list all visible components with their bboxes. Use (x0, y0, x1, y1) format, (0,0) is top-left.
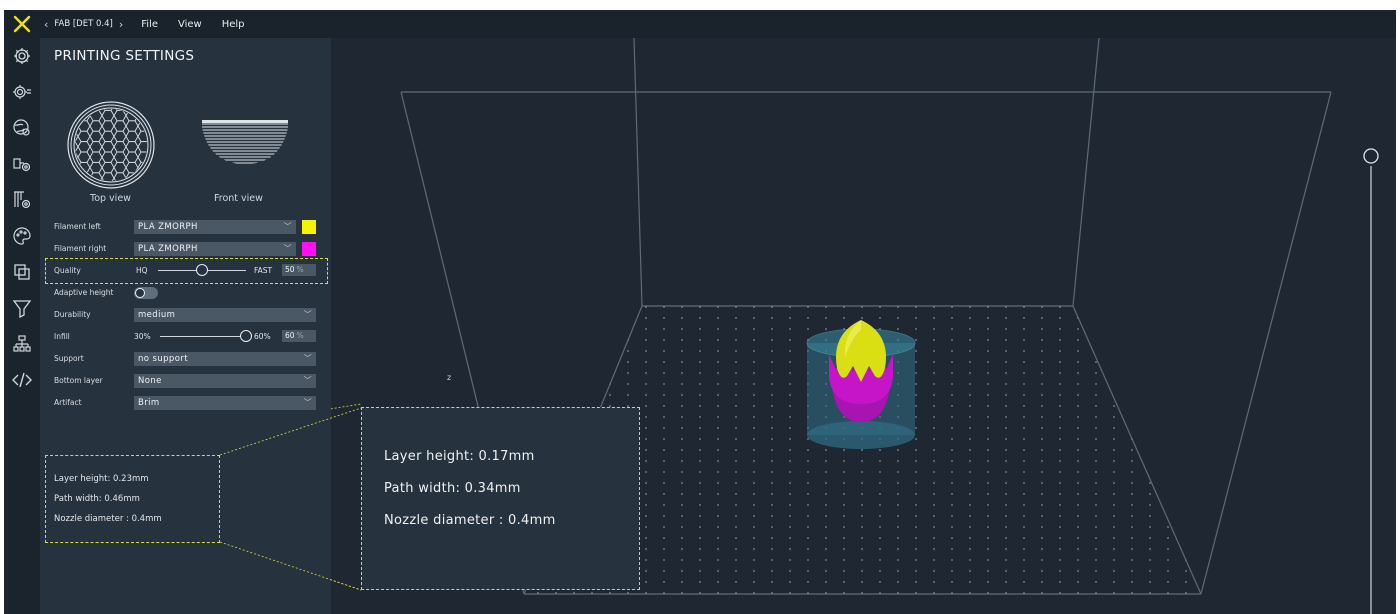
callout-connectors (219, 407, 362, 591)
zoom-nozzle-diameter: Nozzle diameter : 0.4mm (384, 513, 556, 528)
app-window: ‹ FAB [DET 0.4] › File View Help PRINTIN… (4, 10, 1396, 614)
zoom-path-width: Path width: 0.34mm (384, 481, 521, 496)
zoomed-print-info-callout: Layer height: 0.17mm Path width: 0.34mm … (361, 407, 640, 590)
zoom-layer-height: Layer height: 0.17mm (384, 449, 535, 464)
